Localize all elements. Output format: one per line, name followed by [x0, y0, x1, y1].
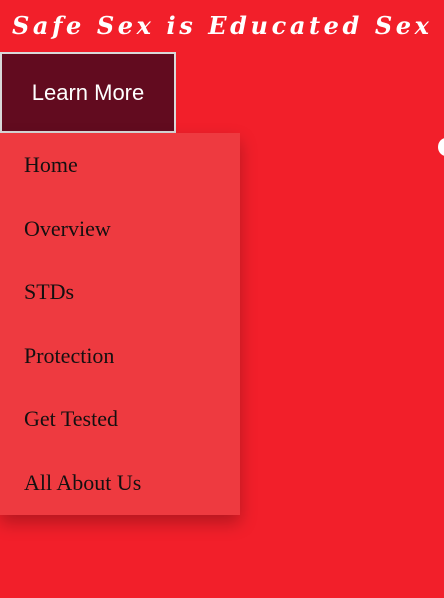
menu-item-stds[interactable]: STDs	[0, 260, 240, 324]
menu-item-protection[interactable]: Protection	[0, 324, 240, 388]
menu-item-overview[interactable]: Overview	[0, 197, 240, 261]
carousel-dot[interactable]	[438, 138, 444, 156]
learn-more-button[interactable]: Learn More	[0, 52, 176, 133]
menu-item-home[interactable]: Home	[0, 133, 240, 197]
dropdown-menu: Home Overview STDs Protection Get Tested…	[0, 133, 240, 515]
menu-item-about-us[interactable]: All About Us	[0, 451, 240, 515]
menu-item-get-tested[interactable]: Get Tested	[0, 387, 240, 451]
site-title: Safe Sex is Educated Sex	[12, 11, 433, 40]
